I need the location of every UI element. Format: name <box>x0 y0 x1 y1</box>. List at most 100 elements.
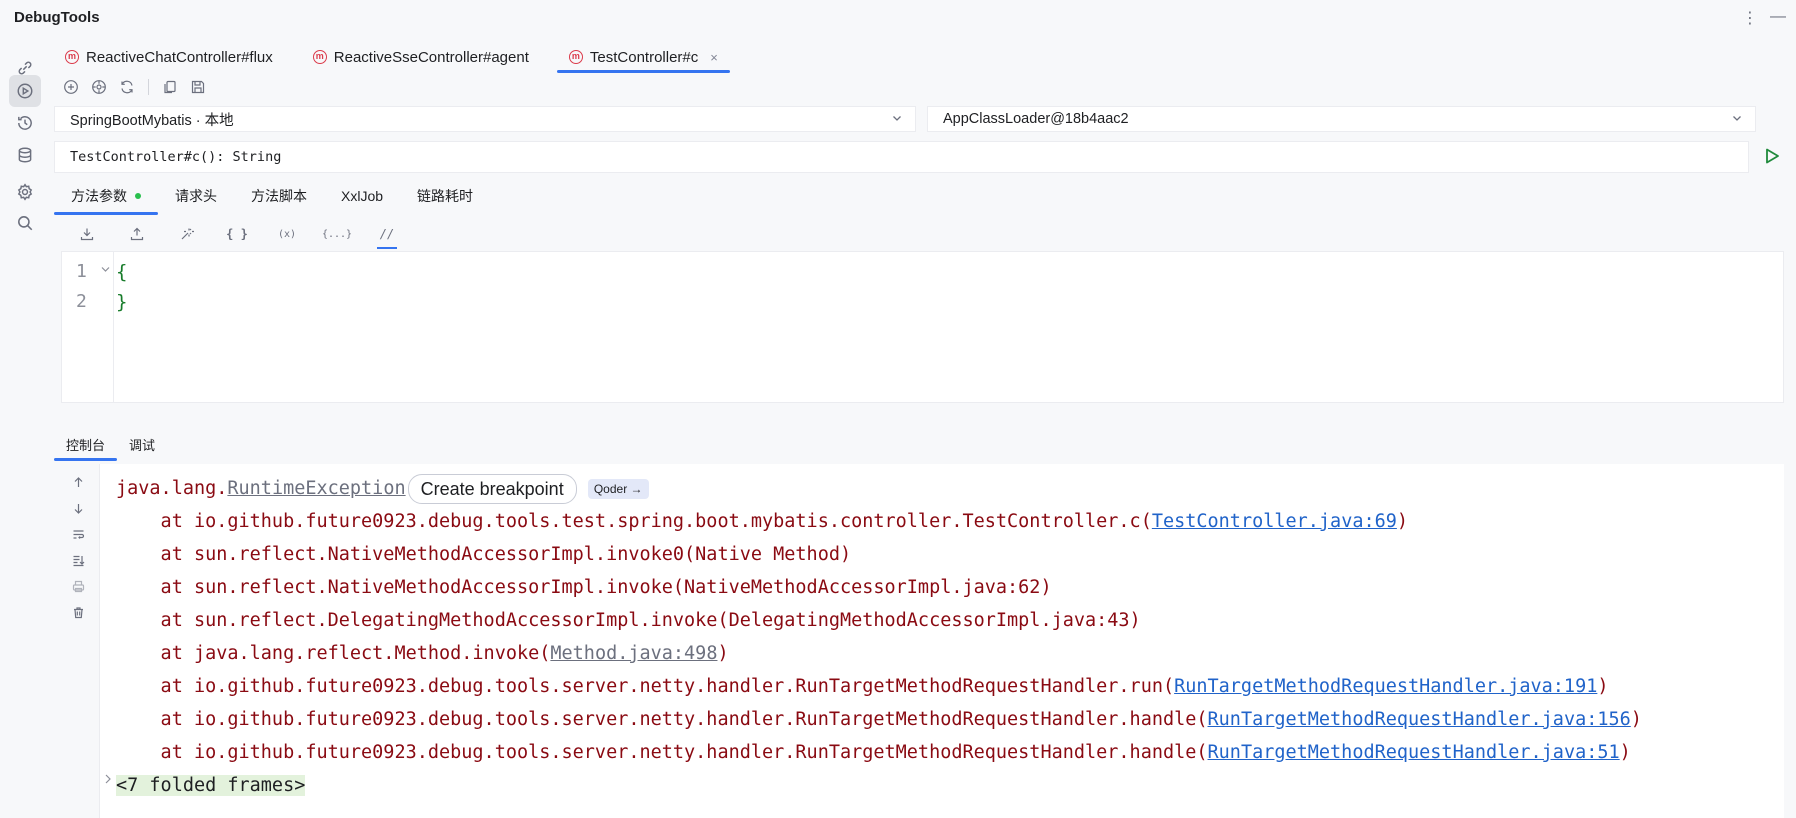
title-actions: ⋮ — <box>1742 8 1786 28</box>
arrow-up-icon[interactable] <box>70 476 86 492</box>
method-icon: m <box>65 50 79 64</box>
exception-line: java.lang.RuntimeException Create breakpo… <box>116 474 649 504</box>
classloader-select-value: AppClassLoader@18b4aac2 <box>943 111 1129 127</box>
folded-frames-toggle[interactable]: <7 folded frames> <box>116 775 306 796</box>
frame-text: at io.github.future0923.debug.tools.serv… <box>116 742 1208 763</box>
subtab-label: 链路耗时 <box>417 188 474 204</box>
frame-text: at io.github.future0923.debug.tools.test… <box>116 511 1152 532</box>
params-editor[interactable]: 1 2 { } <box>61 251 1784 403</box>
console-panel: java.lang.RuntimeException Create breakpo… <box>54 464 1784 818</box>
save-icon[interactable] <box>189 78 207 96</box>
stack-frame: at sun.reflect.DelegatingMethodAccessorI… <box>116 610 1141 631</box>
chevron-right-icon[interactable] <box>103 773 113 789</box>
frame-suffix: ) <box>1396 511 1409 532</box>
editor-toolbar: { } (x) {...} // <box>62 224 412 249</box>
project-select[interactable]: SpringBootMybatis · 本地 <box>54 106 916 132</box>
code-line: } <box>116 291 128 313</box>
frame-text: at io.github.future0923.debug.tools.serv… <box>116 676 1175 697</box>
frame-suffix: ) <box>717 643 729 664</box>
console-output[interactable]: java.lang.RuntimeException Create breakpo… <box>116 472 1642 802</box>
editor-tabs: m ReactiveChatController#flux m Reactive… <box>53 42 746 73</box>
exception-class-link[interactable]: RuntimeException <box>227 478 405 499</box>
tab-reactive-chat-flux[interactable]: m ReactiveChatController#flux <box>53 42 285 72</box>
tab-debug[interactable]: 调试 <box>117 428 167 460</box>
tab-request-headers[interactable]: 请求头 <box>158 180 234 212</box>
frame-suffix: ) <box>1630 709 1642 730</box>
title-bar: DebugTools ⋮ — <box>0 0 1796 36</box>
frame-suffix: ) <box>1619 742 1631 763</box>
classloader-select[interactable]: AppClassLoader@18b4aac2 <box>927 106 1756 132</box>
tab-xxljob[interactable]: XxlJob <box>324 180 400 212</box>
app-title: DebugTools <box>14 9 100 26</box>
stack-frame: at sun.reflect.NativeMethodAccessorImpl.… <box>116 577 1052 598</box>
scroll-to-end-icon[interactable] <box>70 554 86 570</box>
tab-test-controller-c[interactable]: m TestController#c × <box>556 42 730 73</box>
arrow-down-icon[interactable] <box>70 502 86 518</box>
compress-json-icon[interactable]: {...} <box>312 224 362 244</box>
stack-frame: at io.github.future0923.debug.tools.serv… <box>116 676 1609 697</box>
more-options-icon[interactable]: ⋮ <box>1742 8 1758 28</box>
variable-icon[interactable]: (x) <box>262 224 312 244</box>
chevron-down-icon <box>891 112 903 127</box>
frame-suffix: ) <box>1597 676 1609 697</box>
code-line: { <box>116 261 128 283</box>
database-icon[interactable] <box>9 139 41 171</box>
refresh-icon[interactable] <box>118 78 136 96</box>
tab-label: ReactiveSseController#agent <box>333 48 529 66</box>
project-select-value: SpringBootMybatis · 本地 <box>70 112 234 129</box>
run-method-icon[interactable] <box>9 75 41 107</box>
comment-icon[interactable]: // <box>362 224 412 249</box>
stack-frame: at java.lang.reflect.Method.invoke(Metho… <box>116 643 729 664</box>
import-icon[interactable] <box>62 224 112 244</box>
stack-frame: at io.github.future0923.debug.tools.serv… <box>116 742 1631 763</box>
create-breakpoint-button[interactable]: Create breakpoint <box>407 474 577 504</box>
method-signature-field[interactable]: TestController#c(): String <box>54 141 1749 173</box>
frame-text: at java.lang.reflect.Method.invoke( <box>116 643 551 664</box>
tab-reactive-sse-agent[interactable]: m ReactiveSseController#agent <box>301 42 541 72</box>
print-icon[interactable] <box>70 580 86 596</box>
method-icon: m <box>568 50 583 64</box>
run-icon[interactable] <box>1762 146 1782 172</box>
modified-dot <box>135 193 141 199</box>
tab-label: ReactiveChatController#flux <box>86 48 273 66</box>
tab-trace-timing[interactable]: 链路耗时 <box>400 180 490 212</box>
target-icon[interactable] <box>90 78 108 96</box>
line-number: 2 <box>76 291 87 312</box>
add-icon[interactable] <box>62 78 80 96</box>
fold-chevron-icon[interactable] <box>100 264 111 278</box>
tab-method-params[interactable]: 方法参数 <box>54 180 158 215</box>
history-icon[interactable] <box>9 107 41 139</box>
sidebar <box>0 44 50 818</box>
magic-icon[interactable] <box>162 224 212 244</box>
exception-prefix: java.lang. <box>116 478 228 499</box>
toolbar-divider <box>148 79 149 95</box>
frame-text: at io.github.future0923.debug.tools.serv… <box>116 709 1208 730</box>
tab-method-script[interactable]: 方法脚本 <box>234 180 324 212</box>
console-toolbar <box>54 464 100 818</box>
source-link[interactable]: TestController.java:69 <box>1152 511 1397 532</box>
export-icon[interactable] <box>112 224 162 244</box>
source-link[interactable]: RunTargetMethodRequestHandler.java:156 <box>1208 709 1631 730</box>
line-number: 1 <box>76 261 87 282</box>
search-icon[interactable] <box>9 207 41 239</box>
source-link[interactable]: Method.java:498 <box>550 643 717 664</box>
stack-frame: at io.github.future0923.debug.tools.test… <box>116 511 1408 532</box>
subtab-label: 请求头 <box>175 188 217 204</box>
subtab-label: 方法脚本 <box>251 188 307 204</box>
subtab-label: 方法参数 <box>71 188 127 204</box>
soft-wrap-icon[interactable] <box>70 528 86 544</box>
source-link[interactable]: RunTargetMethodRequestHandler.java:191 <box>1174 676 1597 697</box>
stack-frame: at io.github.future0923.debug.tools.serv… <box>116 709 1642 730</box>
trash-icon[interactable] <box>70 606 86 622</box>
settings-icon[interactable] <box>9 176 41 208</box>
chevron-down-icon <box>1731 112 1743 127</box>
stack-frame: at sun.reflect.NativeMethodAccessorImpl.… <box>116 544 852 565</box>
format-json-icon[interactable]: { } <box>212 224 262 244</box>
source-link[interactable]: RunTargetMethodRequestHandler.java:51 <box>1208 742 1620 763</box>
tab-console[interactable]: 控制台 <box>54 428 118 461</box>
qoder-button[interactable]: Qoder → <box>587 479 649 499</box>
close-icon[interactable]: × <box>710 50 718 65</box>
console-tabs: 控制台 调试 <box>54 428 167 462</box>
copy-icon[interactable] <box>161 78 179 96</box>
minimize-icon[interactable]: — <box>1770 8 1786 28</box>
